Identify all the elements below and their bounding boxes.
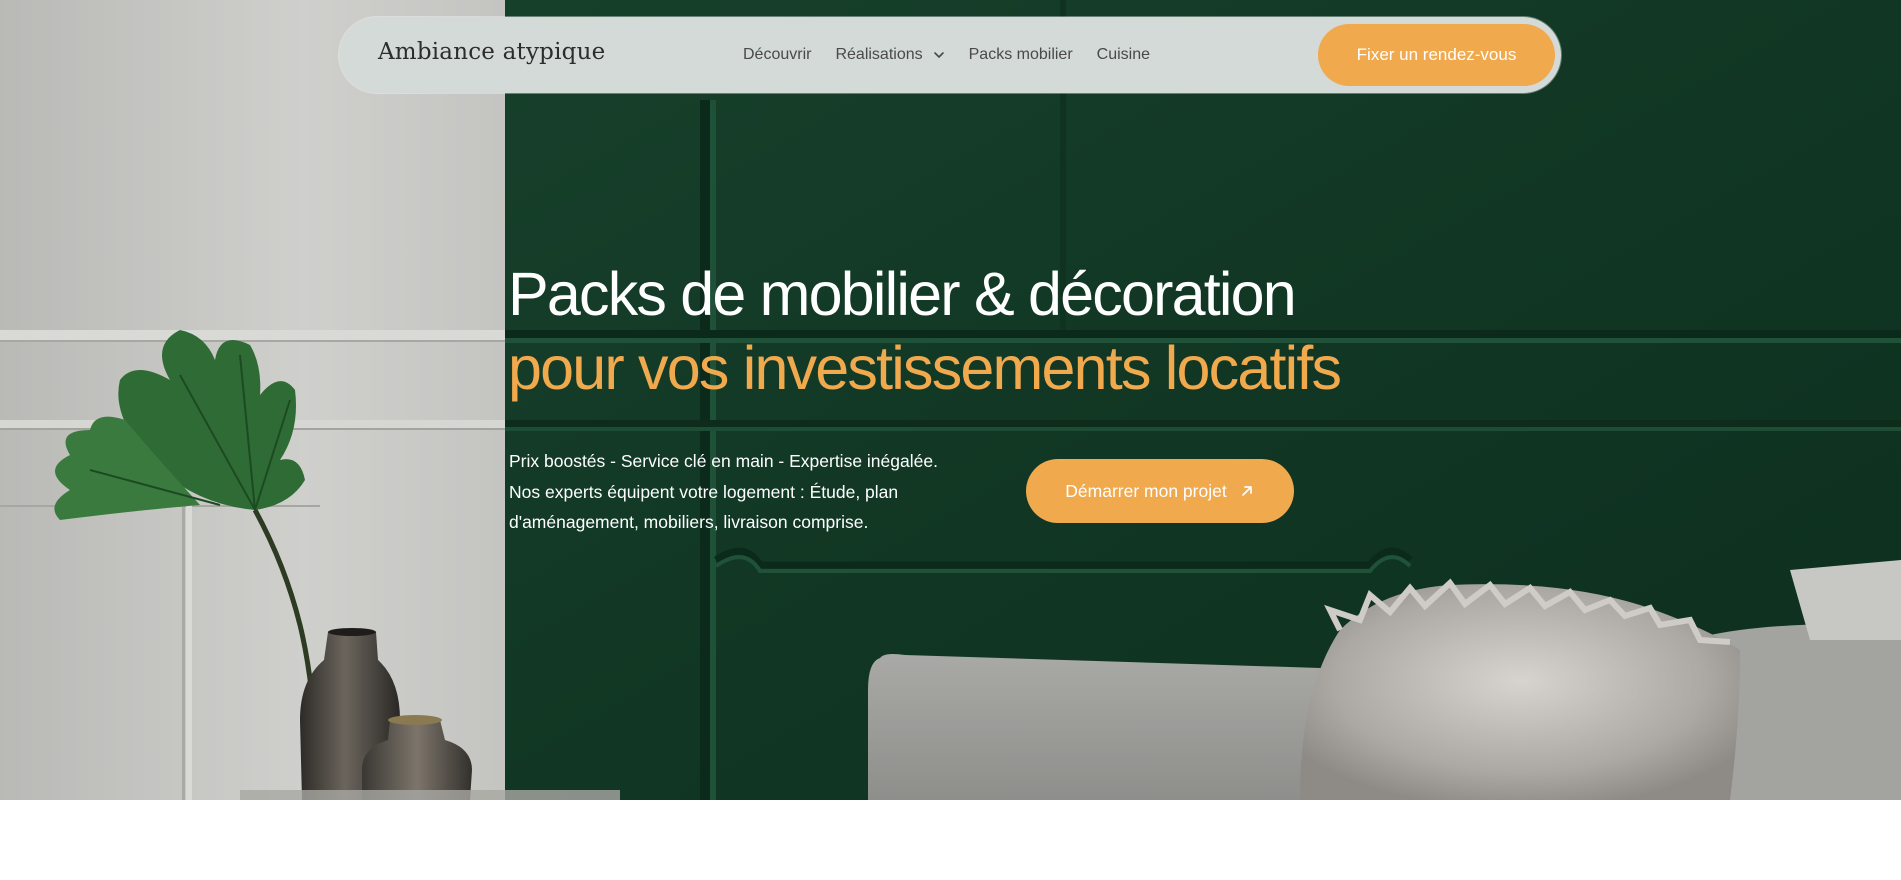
appointment-button[interactable]: Fixer un rendez-vous — [1318, 24, 1555, 86]
start-project-button[interactable]: Démarrer mon projet — [1026, 459, 1294, 523]
nav-item-cuisine[interactable]: Cuisine — [1097, 46, 1150, 64]
hero-description: Prix boostés - Service clé en main - Exp… — [509, 446, 989, 538]
start-project-label: Démarrer mon projet — [1065, 480, 1227, 501]
nav-item-label: Réalisations — [835, 46, 923, 63]
hero-title-line-1: Packs de mobilier & décoration — [508, 260, 1297, 328]
nav-item-realisations[interactable]: Réalisations — [835, 46, 944, 64]
hero-description-line: Nos experts équipent votre logement : Ét… — [509, 481, 899, 502]
brand-logo[interactable]: Ambiance atypique — [378, 39, 605, 65]
arrow-up-right-icon — [1241, 486, 1252, 496]
hero-title: Packs de mobilier & décoration pour vos … — [508, 257, 1342, 405]
chevron-down-icon — [933, 52, 944, 58]
nav-item-label: Découvrir — [743, 46, 812, 63]
main-navbar: Ambiance atypique Découvrir Réalisations… — [339, 17, 1561, 93]
nav-item-label: Cuisine — [1096, 46, 1151, 63]
hero-description-line: d'aménagement, mobiliers, livraison comp… — [509, 512, 869, 532]
nav-item-packs-mobilier[interactable]: Packs mobilier — [969, 46, 1073, 64]
nav-menu: Découvrir Réalisations Packs mobilier Cu… — [743, 46, 1150, 64]
nav-item-label: Packs mobilier — [968, 46, 1073, 63]
hero-description-line: Prix boostés - Service clé en main - Exp… — [509, 451, 938, 471]
nav-item-decouvrir[interactable]: Découvrir — [743, 46, 811, 64]
hero-title-line-2: pour vos investissements locatifs — [508, 334, 1342, 402]
